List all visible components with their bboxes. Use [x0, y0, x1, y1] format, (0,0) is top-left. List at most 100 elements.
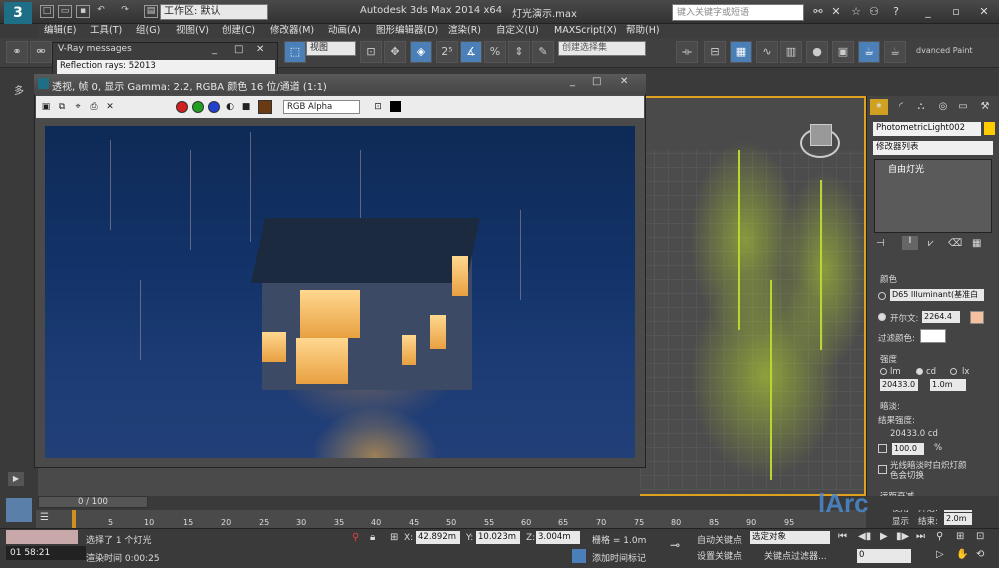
- viewcube-icon[interactable]: [810, 124, 832, 146]
- menu-views[interactable]: 视图(V): [176, 24, 209, 38]
- toggle-ui-overlay-icon[interactable]: ⊡: [372, 101, 384, 113]
- graphite-tab[interactable]: 多: [14, 82, 24, 97]
- percent-field[interactable]: 100.0: [892, 443, 924, 455]
- color-preset-select[interactable]: D65 Illuminant(基准白: [890, 289, 984, 301]
- zoom-all-icon[interactable]: ⊞: [956, 531, 964, 542]
- menu-graph-editors[interactable]: 图形编辑器(D): [376, 24, 438, 38]
- rendered-frame-window-icon[interactable]: ☕: [858, 41, 880, 63]
- play-icon[interactable]: ▶: [880, 531, 888, 542]
- close-icon[interactable]: ✕: [974, 4, 994, 20]
- menu-tools[interactable]: 工具(T): [90, 24, 122, 38]
- pivot-icon[interactable]: ⊡: [360, 41, 382, 63]
- make-unique-icon[interactable]: ⩗: [928, 238, 934, 249]
- time-slider[interactable]: 0 / 100: [38, 496, 148, 508]
- mono-channel-icon[interactable]: ■: [240, 101, 252, 113]
- percent-checkbox[interactable]: [878, 444, 887, 453]
- move-icon[interactable]: ✥: [384, 41, 406, 63]
- mini-curve-editor-icon[interactable]: ☰: [40, 512, 49, 523]
- prev-frame-icon[interactable]: ◀▮: [858, 531, 871, 542]
- menu-customize[interactable]: 自定义(U): [496, 24, 539, 38]
- display-tab-icon[interactable]: ▭: [954, 99, 972, 115]
- pin-stack-icon[interactable]: ⊣: [876, 238, 885, 249]
- minimize-icon[interactable]: _: [918, 4, 938, 20]
- pan-icon[interactable]: ✋: [956, 549, 968, 560]
- snap-toggle-icon[interactable]: 2⁵: [436, 41, 458, 63]
- star-icon[interactable]: ☆: [846, 4, 866, 20]
- mirror-icon[interactable]: ⟛: [676, 41, 698, 63]
- expand-arrow-icon[interactable]: ▶: [8, 472, 24, 486]
- distance-field[interactable]: 1.0m: [930, 379, 966, 391]
- intensity-field[interactable]: 20433.0: [880, 379, 918, 391]
- show-end-result-icon[interactable]: I: [902, 236, 918, 250]
- vray-close-icon[interactable]: ✕: [256, 44, 264, 55]
- select-region-icon[interactable]: ⬚: [284, 41, 306, 63]
- edit-named-selection-icon[interactable]: ✎: [532, 41, 554, 63]
- fb-minimize-icon[interactable]: _: [570, 76, 575, 87]
- goto-end-icon[interactable]: ⏭: [916, 531, 925, 542]
- goto-start-icon[interactable]: ⏮: [838, 531, 847, 542]
- curve-editor-icon[interactable]: ∿: [756, 41, 778, 63]
- utilities-tab-icon[interactable]: ⚒: [976, 99, 994, 115]
- orbit-icon[interactable]: ⟲: [976, 549, 984, 560]
- angle-snap-icon[interactable]: ∡: [460, 41, 482, 63]
- help-icon[interactable]: ?: [886, 4, 906, 20]
- object-name-field[interactable]: PhotometricLight002: [873, 122, 981, 136]
- vray-maximize-icon[interactable]: □: [234, 44, 243, 55]
- modify-tab-icon[interactable]: ◜: [892, 99, 910, 115]
- remove-modifier-icon[interactable]: ⌫: [948, 238, 962, 249]
- clone-frame-icon[interactable]: ⧉: [56, 101, 68, 113]
- configure-sets-icon[interactable]: ▦: [972, 238, 981, 249]
- viewport-layout-icon[interactable]: [6, 498, 32, 522]
- stack-item-free-light[interactable]: 自由灯光: [888, 162, 924, 175]
- spinner-snap-icon[interactable]: ⇕: [508, 41, 530, 63]
- key-target-select[interactable]: 选定对象: [750, 531, 830, 544]
- key-filters-button[interactable]: 关键点过滤器...: [764, 549, 827, 562]
- reference-coordinate-select[interactable]: 视图: [306, 41, 356, 56]
- redo-icon[interactable]: ↷: [118, 5, 132, 18]
- modifier-list-select[interactable]: 修改器列表: [873, 141, 993, 155]
- save-file-icon[interactable]: ▪: [76, 5, 90, 18]
- time-cursor[interactable]: [72, 510, 76, 528]
- new-file-icon[interactable]: □: [40, 5, 54, 18]
- menu-rendering[interactable]: 渲染(R): [448, 24, 481, 38]
- object-color-swatch[interactable]: [984, 122, 995, 135]
- lm-radio[interactable]: [880, 368, 887, 375]
- undo-icon[interactable]: ↶: [94, 5, 108, 18]
- current-frame-field[interactable]: 0: [857, 549, 911, 563]
- layer-manager-icon[interactable]: ▦: [730, 41, 752, 63]
- next-frame-icon[interactable]: ▮▶: [896, 531, 909, 542]
- user-icon[interactable]: ⚇: [864, 4, 884, 20]
- fov-icon[interactable]: ▷: [936, 549, 944, 560]
- binoculars-icon[interactable]: ⚯: [808, 4, 828, 20]
- zoom-icon[interactable]: ⚲: [936, 531, 943, 542]
- y-coordinate-field[interactable]: 10.023m: [476, 531, 520, 544]
- fb-maximize-icon[interactable]: □: [592, 76, 601, 87]
- blue-channel-icon[interactable]: [208, 101, 220, 113]
- link-icon[interactable]: ⚭: [6, 41, 28, 63]
- save-image-icon[interactable]: ▣: [40, 101, 52, 113]
- menu-create[interactable]: 创建(C): [222, 24, 255, 38]
- kelvin-field[interactable]: 2264.4: [922, 311, 960, 323]
- render-setup-icon[interactable]: ▣: [832, 41, 854, 63]
- open-file-icon[interactable]: ▭: [58, 5, 72, 18]
- align-icon[interactable]: ⊟: [704, 41, 726, 63]
- end-field[interactable]: 2.0m: [944, 513, 972, 525]
- isolate-icon[interactable]: ⚲: [352, 532, 359, 543]
- select-manipulate-icon[interactable]: ◈: [410, 41, 432, 63]
- maximize-icon[interactable]: ▫: [946, 4, 966, 20]
- pixel-color-swatch[interactable]: [258, 100, 272, 114]
- kelvin-radio[interactable]: [878, 313, 886, 321]
- project-folder-icon[interactable]: ▤: [144, 5, 158, 18]
- search-input[interactable]: 键入关键字或短语: [672, 4, 804, 21]
- channel-select[interactable]: RGB Alpha: [283, 100, 360, 114]
- z-coordinate-field[interactable]: 3.004m: [536, 531, 580, 544]
- named-selection-set-select[interactable]: 创建选择集: [558, 41, 646, 56]
- workspace-select[interactable]: 工作区: 默认: [160, 4, 268, 20]
- menu-edit[interactable]: 编辑(E): [44, 24, 76, 38]
- time-tag-icon[interactable]: [572, 549, 586, 563]
- track-mouse-icon[interactable]: ⌖: [72, 101, 84, 113]
- fb-close-icon[interactable]: ✕: [620, 76, 628, 87]
- kelvin-color-swatch[interactable]: [970, 311, 984, 324]
- absolute-mode-icon[interactable]: ⊞: [390, 532, 398, 543]
- motion-tab-icon[interactable]: ◎: [934, 99, 952, 115]
